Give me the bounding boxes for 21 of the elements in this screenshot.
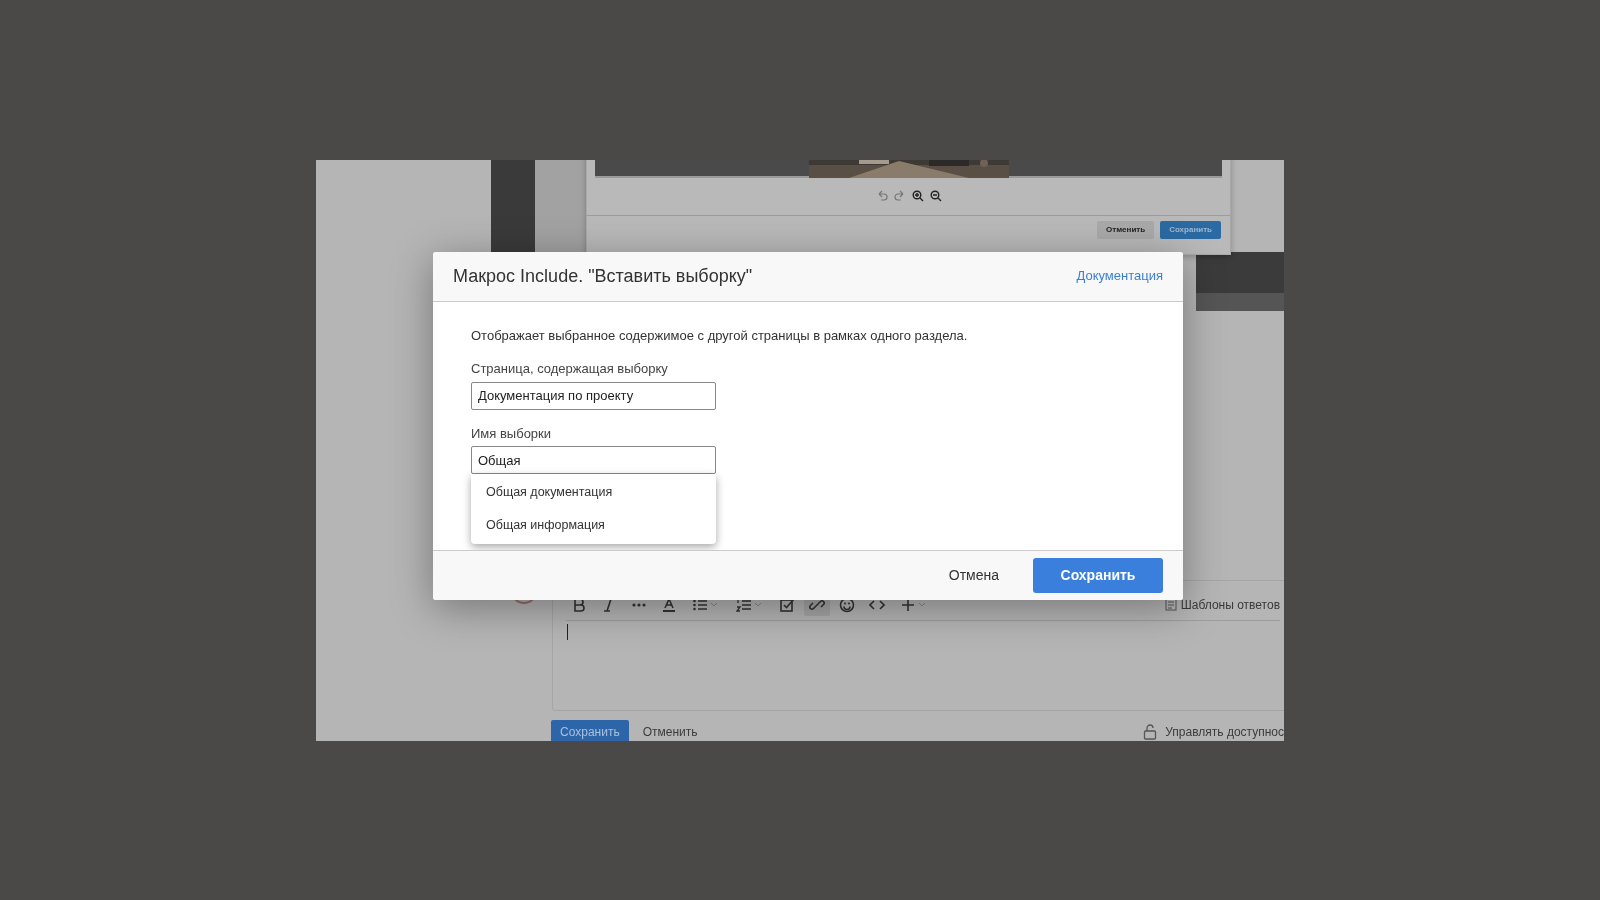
suggestion-item[interactable]: Общая документация	[471, 476, 716, 509]
templates-link[interactable]: Шаблоны ответов	[1180, 595, 1280, 614]
text-cursor	[567, 623, 568, 640]
documentation-link[interactable]: Документация	[1076, 266, 1163, 286]
cancel-button[interactable]: Отменить	[1097, 220, 1155, 239]
suggestion-item[interactable]: Общая информация	[471, 508, 716, 542]
access-link[interactable]: Управлять доступнос	[1165, 722, 1284, 741]
zoom-in-icon[interactable]	[911, 190, 924, 202]
cancel-link[interactable]: Отменить	[642, 719, 698, 741]
document-icon	[1164, 598, 1177, 611]
input-field[interactable]: Документация по проекту	[471, 381, 716, 410]
cancel-button[interactable]: Отмена	[942, 563, 1005, 587]
dialog-description: Отображает выбранное содержимое с другой страницы в рамках одного раздела.	[471, 326, 969, 345]
dialog-title: Макрос Include. "Вставить выборку"	[453, 264, 753, 288]
field-label: Страница, содержащая выборку	[471, 360, 669, 378]
field-label: Имя выборки	[471, 424, 553, 443]
input-field[interactable]: Общая	[471, 446, 716, 474]
zoom-out-icon[interactable]	[929, 190, 942, 202]
save-button[interactable]: Сохранить	[551, 719, 629, 741]
save-button[interactable]: Сохранить	[1033, 557, 1163, 593]
lock-icon	[1143, 723, 1158, 740]
